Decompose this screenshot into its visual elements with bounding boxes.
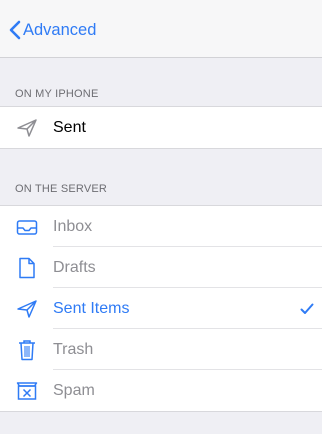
section-header-on-the-server: ON THE SERVER <box>15 183 108 195</box>
paper-plane-icon <box>14 297 40 321</box>
mailbox-row-label: Sent Items <box>53 299 130 317</box>
mailbox-row-label: Inbox <box>53 217 93 235</box>
navigation-bar: Advanced <box>0 0 322 58</box>
paper-plane-icon <box>14 116 40 140</box>
mailbox-row-inbox[interactable]: Inbox <box>0 206 322 247</box>
back-button-label: Advanced <box>23 20 97 39</box>
checkmark-icon <box>300 303 314 314</box>
on-the-server-group: Inbox Drafts Sent Items Trash Spam <box>0 205 322 412</box>
chevron-left-icon <box>9 20 21 40</box>
inbox-tray-icon <box>14 215 40 239</box>
mailbox-row-drafts[interactable]: Drafts <box>0 247 322 288</box>
mailbox-row-trash[interactable]: Trash <box>0 329 322 370</box>
document-icon <box>14 256 40 280</box>
mailbox-behaviors-screen: Advanced ON MY IPHONE Sent ON THE SERVER… <box>0 0 322 434</box>
mailbox-row-sent[interactable]: Sent <box>0 107 322 148</box>
mailbox-row-label: Trash <box>53 340 94 358</box>
on-my-iphone-group: Sent <box>0 106 322 149</box>
mailbox-row-label: Spam <box>53 381 95 399</box>
mailbox-row-sent-items[interactable]: Sent Items <box>0 288 322 329</box>
junk-box-icon <box>14 379 40 403</box>
trash-icon <box>14 338 40 362</box>
mailbox-row-spam[interactable]: Spam <box>0 370 322 411</box>
mailbox-row-label: Drafts <box>53 258 96 276</box>
back-button[interactable]: Advanced <box>9 18 96 42</box>
mailbox-row-label: Sent <box>53 118 86 136</box>
section-header-on-my-iphone: ON MY IPHONE <box>15 88 99 100</box>
